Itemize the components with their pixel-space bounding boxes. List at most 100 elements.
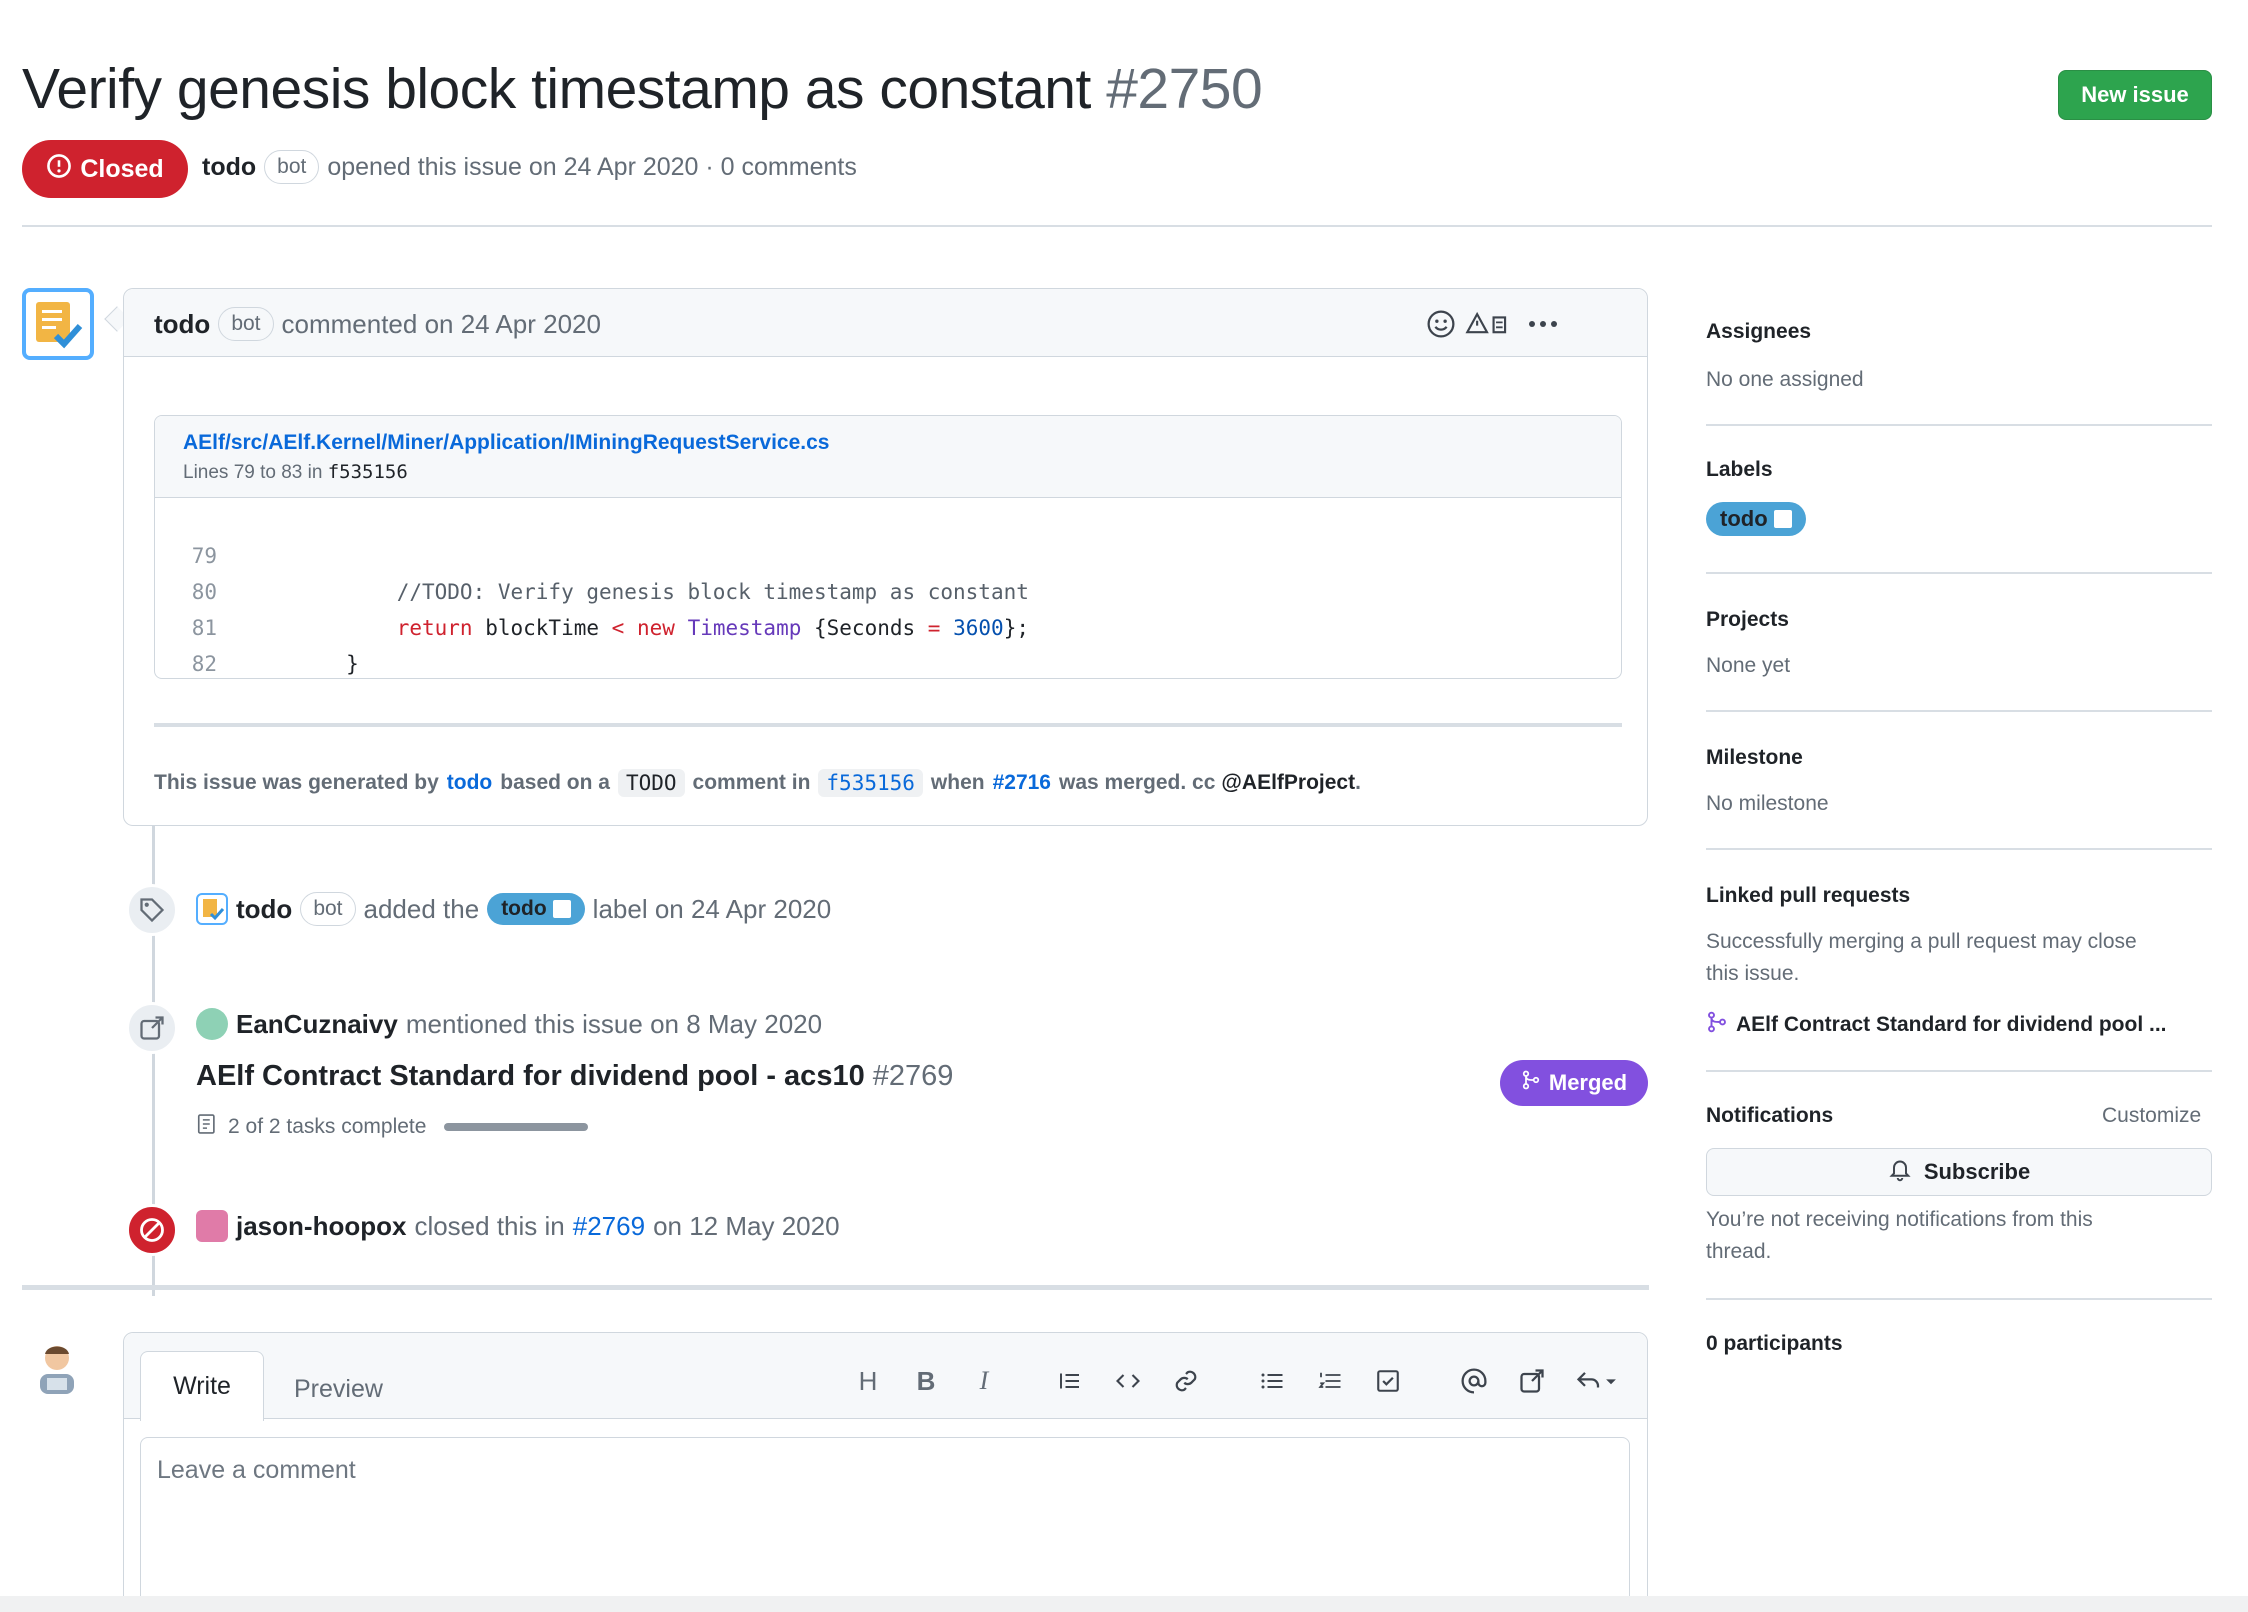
close-event: jason-hoopox closed this in #2769 on 12 … — [196, 1210, 840, 1242]
linked-prs-desc-2: this issue. — [1706, 962, 1800, 985]
current-user-avatar[interactable] — [32, 1340, 82, 1396]
bulleted-list-icon[interactable] — [1252, 1361, 1292, 1401]
issue-number: #2750 — [1106, 57, 1263, 121]
code-icon[interactable] — [1108, 1361, 1148, 1401]
generated-note: This issue was generated by todo based o… — [154, 769, 1361, 797]
todo-keyword-code: TODO — [617, 769, 685, 797]
tasks-text: 2 of 2 tasks complete — [228, 1115, 427, 1138]
linked-prs-desc: Successfully merging a pull request may … — [1706, 930, 2137, 953]
pr-link[interactable]: #2716 — [993, 771, 1051, 795]
heading-icon[interactable]: H — [848, 1361, 888, 1401]
milestone-value: No milestone — [1706, 792, 1829, 815]
task-progress: 2 of 2 tasks complete — [196, 1112, 589, 1142]
issue-comment: todo bot commented on 24 Apr 2020 AElf/s… — [123, 288, 1648, 826]
commit-link[interactable]: f535156 — [818, 769, 923, 797]
link-icon[interactable] — [1166, 1361, 1206, 1401]
customize-link[interactable]: Customize — [2102, 1104, 2201, 1128]
numbered-list-icon[interactable] — [1310, 1361, 1350, 1401]
labels-heading[interactable]: Labels — [1706, 458, 1773, 482]
projects-heading[interactable]: Projects — [1706, 608, 1789, 632]
milestone-heading[interactable]: Milestone — [1706, 746, 1803, 770]
comment-textarea[interactable]: Leave a comment — [140, 1437, 1630, 1612]
page-bottom-edge — [0, 1596, 2248, 1612]
bold-icon[interactable]: B — [906, 1361, 946, 1401]
comment-author-link[interactable]: todo — [154, 309, 210, 340]
sidebar-divider — [1706, 424, 2212, 426]
code-line: 82 } — [155, 610, 1621, 676]
mention-link[interactable]: @AElfProject. — [1221, 771, 1361, 795]
tab-write[interactable]: Write — [140, 1351, 264, 1421]
note-text: comment in — [692, 771, 811, 794]
notifications-heading: Notifications — [1706, 1104, 1834, 1127]
subscribe-button[interactable]: Subscribe — [1706, 1148, 2212, 1196]
subscribe-label: Subscribe — [1923, 1159, 2031, 1184]
tab-preview[interactable]: Preview — [294, 1363, 383, 1416]
actor-link[interactable]: EanCuznaivy — [236, 1009, 398, 1040]
comment-header-text: todo bot commented on 24 Apr 2020 — [154, 307, 601, 341]
note-end: . — [1355, 771, 1361, 794]
bell-icon — [1888, 1156, 1912, 1188]
mention-text: @AElfProject — [1221, 771, 1356, 794]
timeline-divider — [22, 1285, 1649, 1290]
code-line: 79 //TODO: Verify genesis block timestam… — [155, 502, 1621, 604]
file-path-link[interactable]: AElf/src/AElf.Kernel/Miner/Application/I… — [183, 431, 830, 455]
saved-reply-icon[interactable] — [1570, 1361, 1626, 1401]
italic-icon[interactable]: I — [964, 1361, 1004, 1401]
issue-meta: todo bot opened this issue on 24 Apr 202… — [202, 150, 857, 184]
comment-composer: Write Preview H B I Leave a comment — [123, 1332, 1648, 1612]
issue-author-link[interactable]: todo — [202, 153, 256, 182]
mention-icon[interactable] — [1454, 1361, 1494, 1401]
comment-separator — [154, 723, 1622, 727]
event-text: added the — [363, 893, 480, 924]
note-text: was merged. cc — [1059, 771, 1216, 794]
referenced-pr-title[interactable]: AElf Contract Standard for dividend pool… — [196, 1060, 953, 1093]
label-event: todo bot added the todo label on 24 Apr … — [196, 892, 831, 926]
todo-label-pill[interactable]: todo — [487, 893, 585, 925]
code-line: 81 } — [155, 574, 1621, 676]
add-reaction-icon[interactable] — [1424, 307, 1458, 341]
new-issue-button[interactable]: New issue — [2058, 70, 2212, 120]
actor-link[interactable]: todo — [236, 894, 292, 925]
memo-icon — [1773, 510, 1792, 528]
more-options-icon[interactable] — [1526, 307, 1560, 341]
task-list-icon[interactable] — [1368, 1361, 1408, 1401]
commit-sha[interactable]: f535156 — [328, 461, 408, 483]
sidebar-divider — [1706, 1070, 2212, 1072]
todo-mini-avatar[interactable] — [196, 893, 228, 925]
issue-title: Verify genesis block timestamp as consta… — [22, 56, 1263, 122]
linked-pr-link[interactable]: AElf Contract Standard for dividend pool… — [1706, 1010, 2167, 1040]
merged-badge: Merged — [1500, 1060, 1648, 1106]
comment-action-text: commented on 24 Apr 2020 — [281, 308, 601, 339]
git-merge-icon — [1521, 1070, 1541, 1096]
actor-link[interactable]: jason-hoopox — [236, 1211, 406, 1242]
issue-meta-text: opened this issue on 24 Apr 2020 · 0 com… — [327, 152, 857, 181]
memo-icon — [552, 900, 571, 918]
mention-event: EanCuznaivy mentioned this issue on 8 Ma… — [196, 1008, 822, 1040]
issue-title-text: Verify genesis block timestamp as consta… — [22, 57, 1091, 121]
event-text: closed this in — [414, 1210, 565, 1241]
bot-badge: bot — [264, 150, 320, 184]
assignees-heading[interactable]: Assignees — [1706, 320, 1811, 344]
todo-label-pill[interactable]: todo — [1706, 502, 1806, 536]
quote-icon[interactable] — [1050, 1361, 1090, 1401]
code-permalink-header: AElf/src/AElf.Kernel/Miner/Application/I… — [155, 416, 1621, 498]
moderation-icon[interactable] — [1462, 307, 1512, 341]
issue-state-badge: Closed — [22, 140, 188, 198]
closing-pr-link[interactable]: #2769 — [573, 1211, 645, 1242]
cross-reference-icon[interactable] — [1512, 1361, 1552, 1401]
todo-app-link[interactable]: todo — [447, 771, 492, 795]
event-text: label on 24 Apr 2020 — [592, 893, 832, 924]
label-text: todo — [1720, 506, 1768, 531]
note-text: when — [930, 771, 985, 794]
ref-pr-title-text: AElf Contract Standard for dividend pool… — [196, 1060, 865, 1092]
notifications-desc-2: thread. — [1706, 1240, 1772, 1263]
eancuznaivy-avatar[interactable] — [196, 1008, 228, 1040]
participants-heading: 0 participants — [1706, 1332, 1843, 1355]
todo-bot-avatar[interactable] — [22, 288, 94, 360]
checklist-icon — [196, 1112, 218, 1142]
sidebar-label-todo[interactable]: todo — [1706, 502, 1806, 536]
git-merge-icon — [1706, 1010, 1728, 1040]
linked-prs-heading: Linked pull requests — [1706, 884, 1911, 907]
jason-hoopox-avatar[interactable] — [196, 1210, 228, 1242]
ref-pr-number: #2769 — [872, 1060, 954, 1092]
